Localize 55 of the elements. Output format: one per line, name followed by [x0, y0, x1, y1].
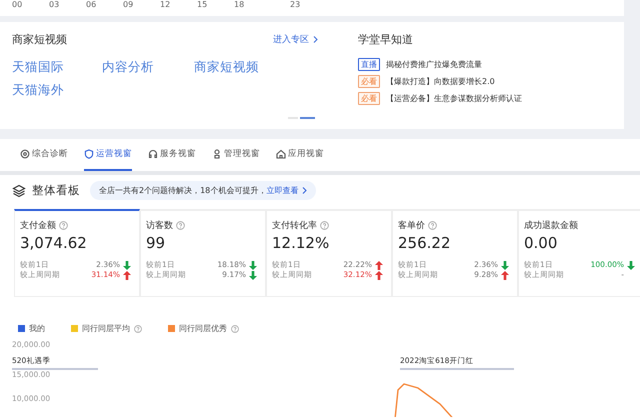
board-title: 整体看板 — [32, 183, 80, 198]
down-arrow-icon — [627, 260, 635, 270]
tab[interactable]: 运营视窗 — [84, 139, 132, 171]
feature-link[interactable]: 商家短视频 — [194, 58, 304, 76]
tab[interactable]: 应用视窗 — [276, 139, 324, 171]
axis-label: 12 — [160, 0, 172, 9]
metric-name: 支付金额 — [20, 220, 56, 232]
legend-label: 同行同层优秀 — [179, 323, 227, 334]
view-now-link[interactable]: 立即查看 — [266, 185, 308, 196]
feature-link[interactable]: 内容分析 — [102, 58, 194, 76]
down-arrow-icon — [123, 260, 131, 270]
tag: 必看 — [358, 74, 380, 88]
up-arrow-icon — [123, 270, 131, 280]
enter-link[interactable]: 进入专区 — [273, 32, 318, 46]
home-icon — [276, 149, 286, 160]
section-title: 商家短视频 — [12, 32, 67, 47]
tab[interactable]: 管理视窗 — [212, 139, 260, 171]
person-icon — [212, 149, 222, 160]
tag: 必看 — [358, 92, 380, 105]
axis-label: 23 — [290, 0, 302, 9]
legend-label: 同行同层平均 — [82, 323, 130, 334]
metric-value: 0.00 — [524, 234, 558, 252]
axis-label: 15 — [197, 0, 208, 9]
axis-label: 03 — [49, 0, 60, 9]
axis-label: 18 — [234, 0, 246, 9]
article-link[interactable]: 【爆款打造】向数据要增长2.0 — [386, 76, 495, 87]
metric-value: 256.22 — [398, 234, 452, 252]
shield-icon — [84, 149, 94, 160]
metric-value: 12.12% — [272, 234, 330, 252]
chevron-right-icon — [313, 36, 318, 43]
tab[interactable]: 服务视窗 — [148, 139, 196, 171]
feature-link[interactable]: 天猫海外 — [12, 82, 102, 99]
legend-label: 我的 — [29, 323, 45, 334]
feature-link[interactable]: 天猫国际 — [12, 58, 102, 76]
headset-icon — [148, 149, 158, 160]
up-arrow-icon — [501, 270, 509, 280]
metric-value: 3,074.62 — [20, 234, 88, 252]
section-title: 学堂早知道 — [358, 32, 414, 47]
axis-label: 06 — [86, 0, 98, 9]
tag: 直播 — [358, 58, 380, 71]
target-icon — [20, 149, 30, 160]
metric-name: 支付转化率 — [272, 220, 317, 232]
article-link[interactable]: 揭秘付费推广拉爆免费流量 — [386, 58, 482, 70]
metric-value: 99 — [146, 234, 166, 252]
metric-name: 成功退款金额 — [524, 220, 578, 232]
axis-label: 09 — [123, 0, 134, 9]
article-link[interactable]: 【运营必备】生意参谋数据分析师认证 — [386, 92, 522, 104]
down-arrow-icon — [501, 260, 509, 270]
notice-text: 全店一共有2个问题待解决，18个机会可提升， — [99, 185, 266, 196]
layers-icon — [12, 184, 26, 198]
axis-label: 00 — [12, 0, 24, 9]
chevron-right-icon — [302, 187, 308, 194]
metric-name: 访客数 — [146, 220, 173, 232]
tab[interactable]: 综合诊断 — [20, 139, 68, 171]
metric-name: 客单价 — [398, 220, 425, 232]
